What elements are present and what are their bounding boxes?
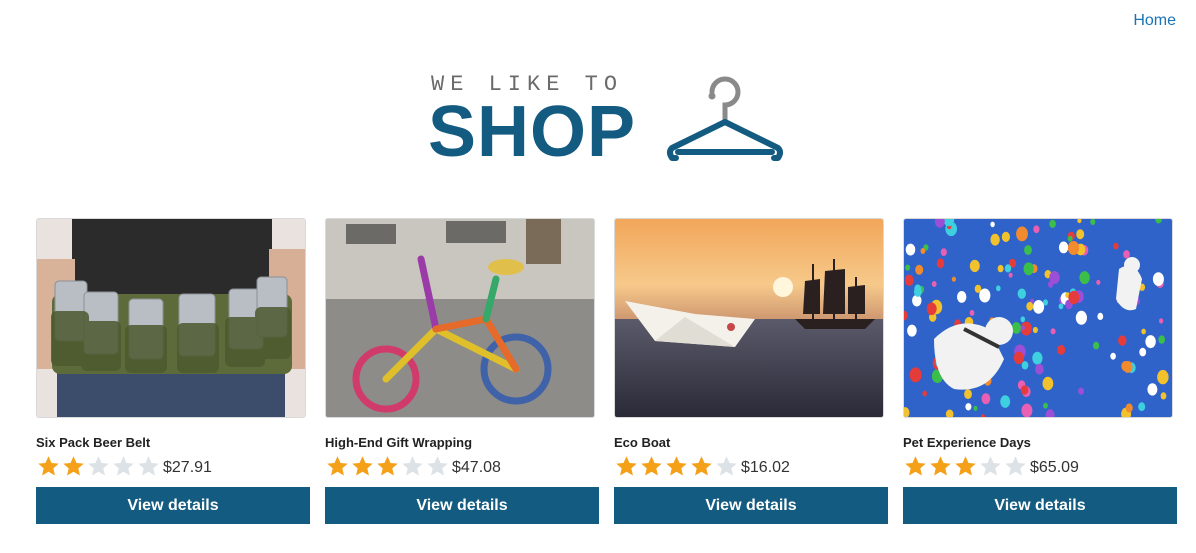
star-filled-icon bbox=[955, 455, 976, 475]
star-filled-icon bbox=[666, 455, 687, 475]
product-card: Six Pack Beer Belt $27.91 View details bbox=[36, 218, 310, 524]
view-details-button[interactable]: View details bbox=[36, 487, 310, 524]
rating-row: $47.08 bbox=[325, 453, 595, 479]
beer-belt-image bbox=[37, 219, 305, 417]
pet-experience-image bbox=[904, 219, 1172, 417]
product-image[interactable] bbox=[614, 218, 884, 418]
product-name: High-End Gift Wrapping bbox=[325, 435, 473, 450]
product-card: Pet Experience Days $65.09 View details bbox=[903, 218, 1177, 524]
star-filled-icon bbox=[930, 455, 951, 475]
view-details-button[interactable]: View details bbox=[903, 487, 1177, 524]
star-rating bbox=[903, 454, 1028, 479]
star-empty-icon bbox=[402, 455, 423, 475]
rating-row: $16.02 bbox=[614, 453, 884, 479]
eco-boat-image bbox=[615, 219, 883, 417]
star-empty-icon bbox=[716, 455, 737, 475]
star-filled-icon bbox=[691, 455, 712, 475]
star-filled-icon bbox=[352, 455, 373, 475]
star-empty-icon bbox=[138, 455, 159, 475]
logo-word: SHOP bbox=[428, 92, 637, 172]
product-price: $27.91 bbox=[163, 459, 212, 476]
star-empty-icon bbox=[1005, 455, 1026, 475]
rating-row: $65.09 bbox=[903, 453, 1173, 479]
product-price: $47.08 bbox=[452, 459, 501, 476]
site-logo[interactable]: WE LIKE TO SHOP bbox=[428, 70, 788, 172]
top-nav: Home bbox=[1133, 12, 1176, 30]
product-image[interactable] bbox=[36, 218, 306, 418]
product-price: $65.09 bbox=[1030, 459, 1079, 476]
star-empty-icon bbox=[427, 455, 448, 475]
rating-row: $27.91 bbox=[36, 453, 306, 479]
star-empty-icon bbox=[88, 455, 109, 475]
gift-wrapping-image bbox=[326, 219, 594, 417]
star-filled-icon bbox=[641, 455, 662, 475]
star-filled-icon bbox=[327, 455, 348, 475]
star-rating bbox=[614, 454, 739, 479]
star-filled-icon bbox=[377, 455, 398, 475]
product-name: Pet Experience Days bbox=[903, 435, 1031, 450]
product-name: Six Pack Beer Belt bbox=[36, 435, 151, 450]
star-filled-icon bbox=[905, 455, 926, 475]
product-name: Eco Boat bbox=[614, 435, 671, 450]
star-rating bbox=[325, 454, 450, 479]
star-empty-icon bbox=[980, 455, 1001, 475]
product-image[interactable] bbox=[903, 218, 1173, 418]
shop-page: Home WE LIKE TO SHOP Six Pack Beer Belt … bbox=[0, 0, 1196, 553]
product-grid: Six Pack Beer Belt $27.91 View details H… bbox=[36, 218, 1177, 524]
view-details-button[interactable]: View details bbox=[325, 487, 599, 524]
star-empty-icon bbox=[113, 455, 134, 475]
product-price: $16.02 bbox=[741, 459, 790, 476]
view-details-button[interactable]: View details bbox=[614, 487, 888, 524]
star-filled-icon bbox=[616, 455, 637, 475]
hanger-icon bbox=[667, 76, 783, 161]
star-filled-icon bbox=[38, 455, 59, 475]
home-link[interactable]: Home bbox=[1133, 12, 1176, 29]
star-filled-icon bbox=[63, 455, 84, 475]
product-image[interactable] bbox=[325, 218, 595, 418]
star-rating bbox=[36, 454, 161, 479]
product-card: Eco Boat $16.02 View details bbox=[614, 218, 888, 524]
product-card: High-End Gift Wrapping $47.08 View detai… bbox=[325, 218, 599, 524]
